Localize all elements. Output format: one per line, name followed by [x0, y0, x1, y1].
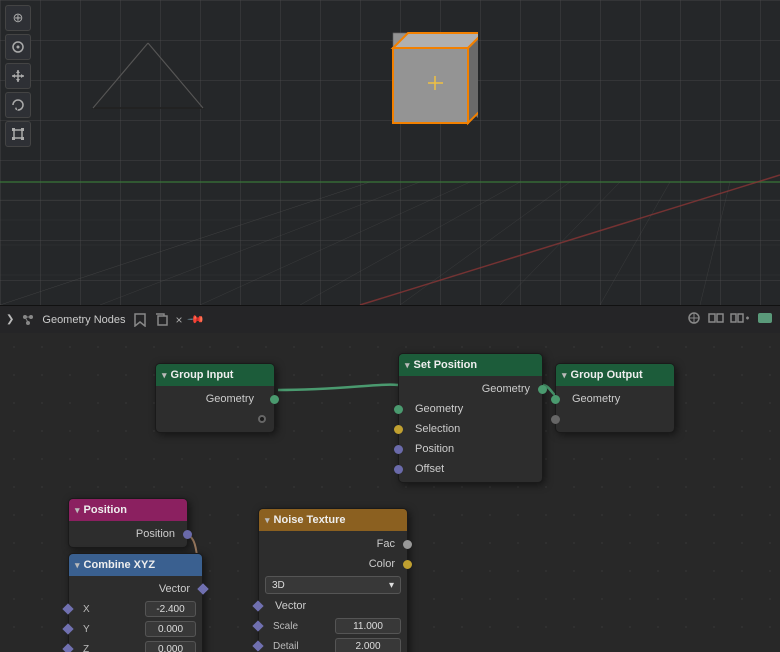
- node-row-x: X -2.400: [69, 599, 202, 619]
- node-set-position-title: ▾ Set Position: [399, 354, 542, 376]
- node-row-detail: Detail 2.000: [259, 636, 407, 652]
- x-value[interactable]: -2.400: [145, 601, 196, 617]
- node-row-geometry-out: Geometry: [156, 389, 274, 409]
- toolbar-rotate[interactable]: [5, 92, 31, 118]
- node-editor-title: Geometry Nodes: [42, 314, 125, 326]
- cube-object: [368, 28, 478, 138]
- toolbar-scale[interactable]: [5, 121, 31, 147]
- node-canvas[interactable]: ▾ Group Input Geometry ▾ Set Position: [0, 333, 780, 652]
- close-button[interactable]: ×: [176, 313, 183, 327]
- chevron-icon-cxyz: ▾: [75, 560, 80, 571]
- node-group-output-body: Geometry: [556, 386, 674, 432]
- header-arrow: ❯: [6, 314, 14, 325]
- chevron-icon: ▾: [162, 370, 167, 381]
- socket-sp-geometry-out[interactable]: [538, 385, 547, 394]
- y-value[interactable]: 0.000: [145, 621, 196, 637]
- node-row-fac-out: Fac: [259, 534, 407, 554]
- node-row-vector-label: Vector: [259, 596, 407, 616]
- socket-detail-in[interactable]: [252, 640, 263, 651]
- socket-z-in[interactable]: [62, 643, 73, 652]
- socket-vector-in[interactable]: [252, 600, 263, 611]
- pin-icon[interactable]: 📌: [186, 310, 205, 329]
- socket-x-in[interactable]: [62, 603, 73, 614]
- detail-value[interactable]: 2.000: [335, 638, 401, 652]
- socket-go-geometry-in[interactable]: [551, 395, 560, 404]
- node-combine-xyz-title: ▾ Combine XYZ: [69, 554, 202, 576]
- node-row-sp-geometry-in: Geometry: [399, 399, 542, 419]
- copy-icon[interactable]: [154, 312, 170, 328]
- node-row-vector-out: Vector: [69, 579, 202, 599]
- node-combine-xyz-body: Vector X -2.400 Y 0.000 Z: [69, 576, 202, 652]
- node-group-output[interactable]: ▾ Group Output Geometry: [555, 363, 675, 433]
- z-value[interactable]: 0.000: [145, 641, 196, 652]
- node-noise-texture[interactable]: ▾ Noise Texture Fac Color 3D ▾: [258, 508, 408, 652]
- bookmark-icon[interactable]: [132, 312, 148, 328]
- node-combine-xyz[interactable]: ▾ Combine XYZ Vector X -2.400 Y: [68, 553, 203, 652]
- chevron-icon-sp: ▾: [405, 360, 410, 371]
- node-set-position[interactable]: ▾ Set Position Geometry Geometry Selecti…: [398, 353, 543, 483]
- scale-value[interactable]: 11.000: [335, 618, 401, 634]
- toolbar-cursor[interactable]: [5, 34, 31, 60]
- socket-go-empty[interactable]: [551, 415, 560, 424]
- node-row-scale: Scale 11.000: [259, 616, 407, 636]
- node-editor: ❯ Geometry Nodes × 📌: [0, 305, 780, 652]
- node-noise-texture-title: ▾ Noise Texture: [259, 509, 407, 531]
- toolbar-select[interactable]: ⊕: [5, 5, 31, 31]
- node-row-sp-geometry-out: Geometry: [399, 379, 542, 399]
- viewport-3d[interactable]: ⊕: [0, 0, 780, 305]
- socket-scale-in[interactable]: [252, 620, 263, 631]
- socket-geometry-out[interactable]: [270, 395, 279, 404]
- socket-y-in[interactable]: [62, 623, 73, 634]
- node-editor-icon: [20, 312, 36, 328]
- node-group-output-title: ▾ Group Output: [556, 364, 674, 386]
- node-group-input-body: Geometry: [156, 386, 274, 432]
- node-row-z: Z 0.000: [69, 639, 202, 652]
- socket-sp-position[interactable]: [394, 445, 403, 454]
- node-editor-header: ❯ Geometry Nodes × 📌: [0, 305, 780, 333]
- dimension-dropdown[interactable]: 3D ▾: [265, 576, 401, 594]
- camera-object: [88, 38, 208, 118]
- node-row-go-geometry: Geometry: [556, 389, 674, 409]
- chevron-icon-go: ▾: [562, 370, 567, 381]
- node-row-empty-socket: [156, 409, 274, 429]
- chevron-icon-pos: ▾: [75, 505, 80, 516]
- node-row-sp-selection: Selection: [399, 419, 542, 439]
- node-position-title: ▾ Position: [69, 499, 187, 521]
- node-row-y: Y 0.000: [69, 619, 202, 639]
- add-icon[interactable]: [730, 311, 750, 328]
- socket-sp-selection[interactable]: [394, 425, 403, 434]
- socket-color-out[interactable]: [403, 560, 412, 569]
- node-noise-texture-body: Fac Color 3D ▾ Vector: [259, 531, 407, 652]
- view-icon[interactable]: [708, 311, 724, 328]
- node-group-input-title: ▾ Group Input: [156, 364, 274, 386]
- toolbar-move[interactable]: [5, 63, 31, 89]
- node-row-position-out: Position: [69, 524, 187, 544]
- node-position[interactable]: ▾ Position Position: [68, 498, 188, 548]
- node-set-position-body: Geometry Geometry Selection Position: [399, 376, 542, 482]
- node-row-sp-position: Position: [399, 439, 542, 459]
- menu-icon[interactable]: [756, 311, 774, 328]
- node-position-body: Position: [69, 521, 187, 547]
- socket-sp-geometry-in[interactable]: [394, 405, 403, 414]
- header-right-icons: [686, 311, 774, 328]
- node-row-go-empty: [556, 409, 674, 429]
- socket-vector-out[interactable]: [197, 583, 208, 594]
- socket-fac-out[interactable]: [403, 540, 412, 549]
- left-toolbar: ⊕: [5, 5, 31, 147]
- socket-empty[interactable]: [258, 415, 266, 423]
- overlay-icon[interactable]: [686, 311, 702, 328]
- node-row-sp-offset: Offset: [399, 459, 542, 479]
- socket-position-out[interactable]: [183, 530, 192, 539]
- node-row-color-out: Color: [259, 554, 407, 574]
- chevron-icon-nt: ▾: [265, 515, 270, 526]
- socket-sp-offset[interactable]: [394, 465, 403, 474]
- node-group-input[interactable]: ▾ Group Input Geometry: [155, 363, 275, 433]
